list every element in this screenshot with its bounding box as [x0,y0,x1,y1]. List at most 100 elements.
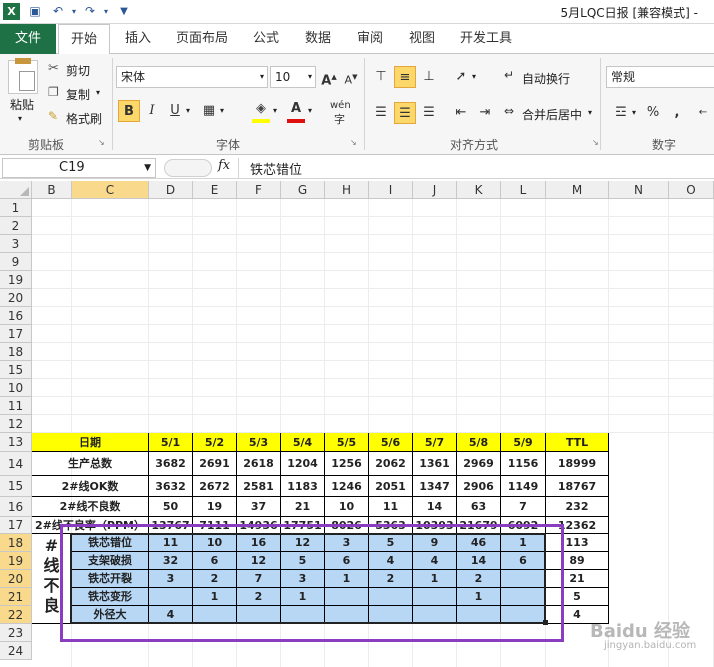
currency-dropdown-icon[interactable]: ▾ [632,108,636,117]
table-header-cell[interactable]: 日期 [32,433,149,452]
column-header-N[interactable]: N [609,181,669,199]
row-header[interactable]: 11 [0,397,32,415]
column-header-F[interactable]: F [237,181,281,199]
table-cell[interactable]: 232 [546,497,609,517]
phonetic-guide-icon[interactable]: wén [330,100,351,111]
align-bottom-icon[interactable]: ⊥ [418,66,440,88]
row-header[interactable]: 15 [0,361,32,379]
select-all-corner[interactable] [0,181,32,199]
row-header[interactable]: 3 [0,235,32,253]
column-header-H[interactable]: H [325,181,369,199]
column-header-B[interactable]: B [32,181,72,199]
table-header-cell[interactable]: 5/9 [501,433,546,452]
row-header[interactable]: 12 [0,415,32,433]
comma-button[interactable]: , [666,102,688,124]
column-header-E[interactable]: E [193,181,237,199]
row-header[interactable]: 10 [0,379,32,397]
row-header[interactable]: 16 [0,307,32,325]
table-cell[interactable]: 2969 [457,452,501,476]
copy-button[interactable]: 复制 [66,86,90,103]
table-cell[interactable]: 19 [193,497,237,517]
row-header[interactable]: 19 [0,552,32,570]
font-color-icon[interactable]: A [285,98,307,120]
table-row-label[interactable]: 2#线不良数 [32,497,149,517]
alignment-launcher-icon[interactable]: ↘ [592,138,599,147]
align-center-icon[interactable]: ☰ [394,102,416,124]
paste-button[interactable]: 粘贴 [10,96,34,113]
table-cell[interactable]: 63 [457,497,501,517]
column-header-C[interactable]: C [72,181,149,199]
tab-view[interactable]: 视图 [402,24,442,54]
table-header-cell[interactable]: 5/8 [457,433,501,452]
row-header[interactable]: 17 [0,325,32,343]
underline-button[interactable]: U [164,100,186,122]
orientation-dropdown-icon[interactable]: ▾ [472,72,476,81]
column-header-D[interactable]: D [149,181,193,199]
table-cell[interactable]: 1156 [501,452,546,476]
table-cell[interactable]: 2051 [369,476,413,497]
paste-dropdown-icon[interactable]: ▾ [18,114,22,123]
font-size-dropdown-icon[interactable]: ▾ [308,67,312,87]
table-header-cell[interactable]: 5/3 [237,433,281,452]
table-row-label[interactable]: 生产总数 [32,452,149,476]
table-header-cell[interactable]: TTL [546,433,609,452]
redo-dropdown-icon[interactable]: ▾ [98,3,114,20]
customize-qat-icon[interactable]: ▼ [116,3,132,20]
table-cell[interactable]: 14 [413,497,457,517]
table-cell[interactable]: 1246 [325,476,369,497]
row-header[interactable]: 18 [0,534,32,552]
underline-dropdown-icon[interactable]: ▾ [186,106,190,115]
table-cell[interactable]: 2581 [237,476,281,497]
table-cell[interactable]: 1361 [413,452,457,476]
table-cell[interactable]: 3632 [149,476,193,497]
row-header[interactable]: 2 [0,217,32,235]
font-launcher-icon[interactable]: ↘ [350,138,357,147]
worksheet-grid[interactable]: BCDEFGHIJKLMNO 1 2 3 9 19 20 16 17 18 15 10 11 12 13 1… [0,181,714,667]
tab-insert[interactable]: 插入 [118,24,158,54]
column-header-L[interactable]: L [501,181,546,199]
decrease-indent-icon[interactable]: ⇤ [450,102,472,124]
tab-formulas[interactable]: 公式 [246,24,286,54]
table-cell[interactable]: 2906 [457,476,501,497]
format-painter-button[interactable]: 格式刷 [66,110,102,127]
table-row-label[interactable]: 2#线OK数 [32,476,149,497]
row-header[interactable]: 24 [0,642,32,660]
table-cell[interactable]: 1149 [501,476,546,497]
copy-dropdown-icon[interactable]: ▾ [96,88,100,97]
undo-icon[interactable]: ↶ [50,3,66,20]
table-cell[interactable]: 18999 [546,452,609,476]
cut-button[interactable]: 剪切 [66,62,90,79]
table-cell[interactable]: 2618 [237,452,281,476]
column-header-O[interactable]: O [669,181,714,199]
fill-color-icon[interactable]: ◈ [250,98,272,120]
orientation-icon[interactable]: ➚ [450,66,472,88]
table-header-cell[interactable]: 5/2 [193,433,237,452]
table-cell[interactable]: 1183 [281,476,325,497]
row-header[interactable]: 17 [0,517,32,534]
borders-icon[interactable]: ▦ [198,100,220,122]
column-header-J[interactable]: J [413,181,457,199]
font-name-dropdown-icon[interactable]: ▾ [260,67,264,87]
fill-handle[interactable] [543,620,548,625]
row-header[interactable]: 19 [0,271,32,289]
name-box-dropdown-icon[interactable]: ▼ [144,159,151,177]
row-header[interactable]: 15 [0,476,32,497]
redo-icon[interactable]: ↷ [82,3,98,20]
table-cell[interactable]: 18767 [546,476,609,497]
clipboard-launcher-icon[interactable]: ↘ [98,138,105,147]
tab-file[interactable]: 文件 [0,24,56,54]
save-icon[interactable]: ▣ [27,3,43,20]
table-cell[interactable]: 2672 [193,476,237,497]
percent-button[interactable]: % [642,102,664,124]
row-header[interactable]: 21 [0,588,32,606]
table-cell[interactable]: 11 [369,497,413,517]
fill-color-dropdown-icon[interactable]: ▾ [273,106,277,115]
row-header[interactable]: 9 [0,253,32,271]
currency-icon[interactable]: ☲ [610,102,632,124]
row-header[interactable]: 13 [0,433,32,452]
number-format-combo[interactable]: 常规 [606,66,714,88]
formula-input[interactable]: 铁芯错位 [250,159,302,178]
shrink-font-icon[interactable]: A▼ [340,66,362,88]
table-cell[interactable]: 1256 [325,452,369,476]
increase-decimal-icon[interactable]: ← [692,102,714,124]
